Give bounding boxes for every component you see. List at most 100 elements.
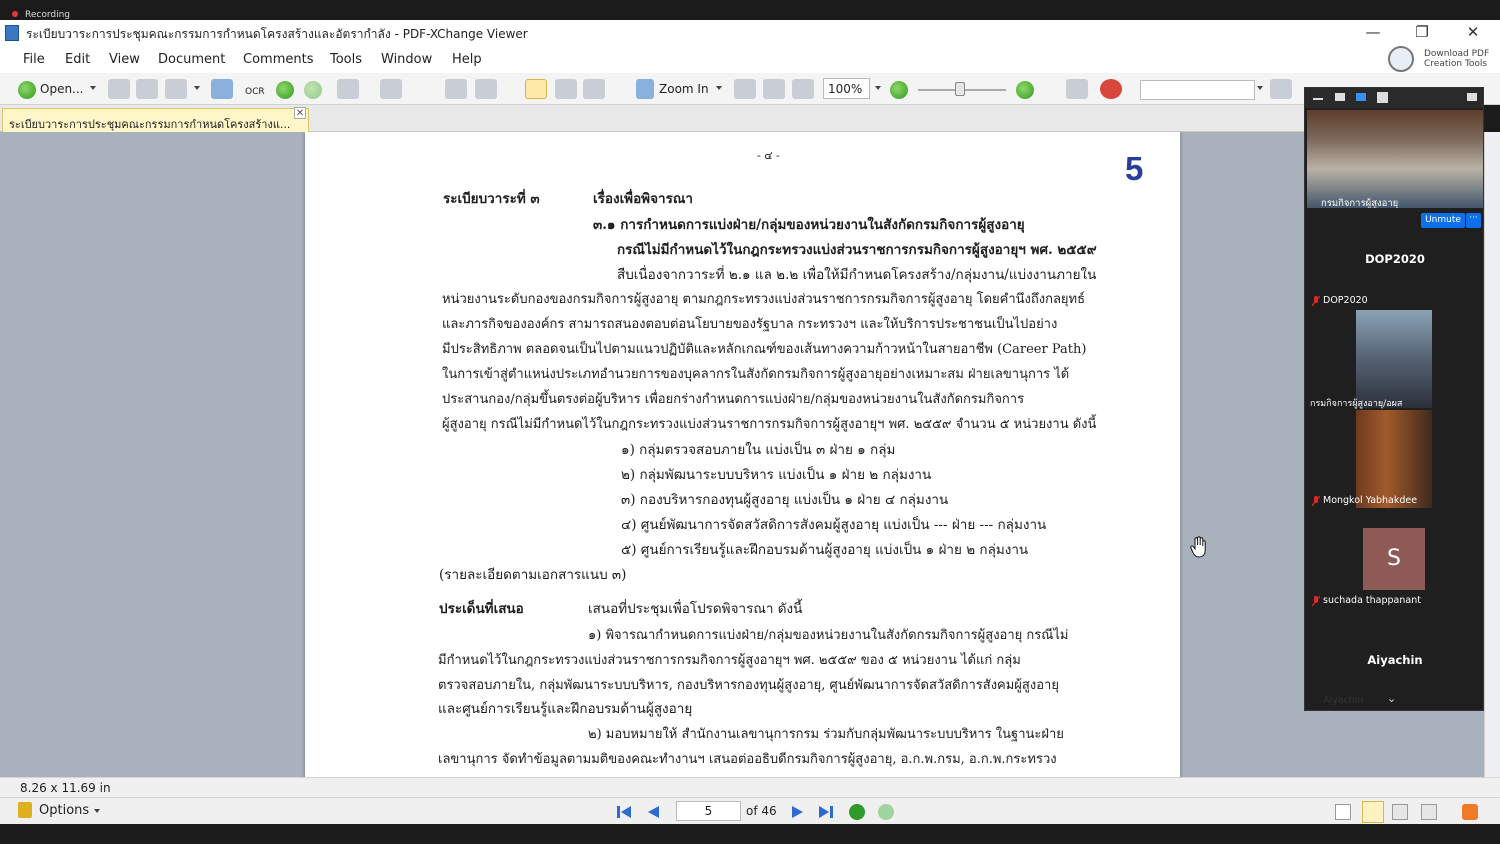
menu-window[interactable]: Window xyxy=(381,52,432,67)
properties-icon[interactable] xyxy=(211,79,233,99)
panel-strip-view-icon[interactable] xyxy=(1356,93,1366,101)
download-icon xyxy=(1388,46,1414,72)
restore-button[interactable]: ❐ xyxy=(1399,20,1445,46)
menu-edit[interactable]: Edit xyxy=(65,52,90,67)
zoom-slider-thumb[interactable] xyxy=(955,82,965,96)
comment-tool-icon[interactable] xyxy=(1100,79,1122,99)
body-line: ในการเข้าสู่ตำแหน่งประเภทอำนวยการของบุคล… xyxy=(442,367,1070,382)
list-item: ๔) ศูนย์พัฒนาการจัดสวัสดิการสังคมผู้สูงอ… xyxy=(621,517,1047,533)
page-count-label: of 46 xyxy=(746,804,777,818)
minimize-button[interactable]: — xyxy=(1350,20,1396,46)
menu-comments[interactable]: Comments xyxy=(243,52,313,67)
body-line: และภารกิจขององค์กร สามารถสนองตอบต่อนโยบา… xyxy=(442,317,1058,332)
bottom-strip xyxy=(0,824,1500,844)
find-input[interactable] xyxy=(1140,80,1255,100)
ocr-button[interactable]: OCR xyxy=(245,87,265,97)
recording-indicator: Recording xyxy=(0,0,1500,20)
panel-exit-fullscreen-icon[interactable] xyxy=(1467,93,1477,101)
extract-icon[interactable] xyxy=(475,79,497,99)
navigation-bar: Options 5 of 46 xyxy=(0,797,1500,824)
first-page-icon[interactable] xyxy=(616,804,632,820)
hand-cursor-icon xyxy=(1190,536,1206,558)
video-tile-participant[interactable] xyxy=(1356,410,1432,508)
print-icon[interactable] xyxy=(136,79,158,99)
proposal-heading: ประเด็นที่เสนอ xyxy=(439,601,524,617)
body-line: มีประสิทธิภาพ ตลอดจนเป็นไปตามแนวปฏิบัติแ… xyxy=(442,342,1087,357)
fit-page-icon[interactable] xyxy=(763,79,785,99)
menu-help[interactable]: Help xyxy=(452,52,482,67)
muted-mic-icon xyxy=(1312,596,1320,606)
forward-icon[interactable] xyxy=(304,81,322,99)
zoom-plus-icon[interactable] xyxy=(1016,81,1034,99)
rotate-icon[interactable] xyxy=(445,79,467,99)
video-tile-participant[interactable] xyxy=(1356,310,1432,408)
previous-view-icon[interactable] xyxy=(849,804,865,820)
open-button[interactable]: Open... xyxy=(40,82,84,96)
options-button[interactable]: Options xyxy=(39,803,89,818)
scroll-down-chevron-icon[interactable]: ⌄ xyxy=(1387,692,1396,705)
body-line: และศูนย์การเรียนรู้และฝึกอบรมด้านผู้สูงอ… xyxy=(438,701,693,717)
previous-page-icon[interactable] xyxy=(645,804,661,820)
actual-size-icon[interactable] xyxy=(734,79,756,99)
video-tile-room[interactable]: กรมกิจการผู้สูงอายุ xyxy=(1307,110,1483,208)
single-page-view-icon[interactable] xyxy=(1335,804,1351,820)
email-dropdown-caret[interactable] xyxy=(194,86,200,90)
participant-name: DOP2020 xyxy=(1323,295,1368,306)
zoom-out-icon[interactable] xyxy=(890,81,908,99)
panel-speaker-view-icon[interactable] xyxy=(1335,93,1345,101)
panel-gallery-view-icon[interactable] xyxy=(1377,92,1388,103)
vertical-scrollbar[interactable] xyxy=(1484,132,1500,777)
save-icon[interactable] xyxy=(108,79,130,99)
unmute-button[interactable]: Unmute xyxy=(1421,213,1465,228)
list-item: ๒) กลุ่มพัฒนาระบบบริหาร แบ่งเป็น ๑ ฝ่าย … xyxy=(621,467,932,483)
close-button[interactable]: ✕ xyxy=(1450,20,1496,46)
options-dropdown-caret[interactable] xyxy=(94,809,100,813)
select-text-icon[interactable] xyxy=(583,79,605,99)
snapshot-icon[interactable] xyxy=(555,79,577,99)
email-icon[interactable] xyxy=(165,79,187,99)
panel-minimize-icon[interactable] xyxy=(1313,98,1323,100)
panel-controls xyxy=(1305,88,1483,108)
menu-document[interactable]: Document xyxy=(158,52,225,67)
close-tab-icon[interactable]: ✕ xyxy=(294,107,306,119)
menu-tools[interactable]: Tools xyxy=(330,52,362,67)
body-line: ๑) พิจารณากำหนดการแบ่งฝ่าย/กลุ่มของหน่วย… xyxy=(588,628,1069,643)
pdf-page: - ๔ - 5 ระเบียบวาระที่ ๓ เรื่องเพื่อพิจา… xyxy=(305,132,1180,777)
next-view-icon[interactable] xyxy=(878,804,894,820)
zoom-level-input[interactable]: 100% xyxy=(823,78,870,99)
zoom-in-dropdown-caret[interactable] xyxy=(716,86,722,90)
back-icon[interactable] xyxy=(276,81,294,99)
undo-icon[interactable] xyxy=(337,79,359,99)
body-line: ตรวจสอบภายใน, กลุ่มพัฒนาระบบบริหาร, กองบ… xyxy=(438,678,1059,693)
page-number-input[interactable]: 5 xyxy=(676,801,741,821)
body-line: เลขานุการ จัดทำข้อมูลตามมติของคณะทำงานฯ … xyxy=(438,752,1057,767)
zoom-level-dropdown-caret[interactable] xyxy=(875,86,881,90)
continuous-view-icon[interactable] xyxy=(1362,801,1384,823)
document-tab[interactable]: ระเบียบวาระการประชุมคณะกรรมการกำหนดโครงส… xyxy=(2,108,309,132)
zoom-in-icon[interactable] xyxy=(636,79,654,99)
search-icon[interactable] xyxy=(1270,79,1292,99)
hand-tool-icon[interactable] xyxy=(525,79,547,99)
facing-view-icon[interactable] xyxy=(1392,804,1408,820)
status-bar: 8.26 x 11.69 in xyxy=(0,777,1500,797)
continuous-facing-icon[interactable] xyxy=(1421,804,1437,820)
options-flag-icon[interactable] xyxy=(18,802,32,818)
open-icon[interactable] xyxy=(18,81,36,99)
last-page-icon[interactable] xyxy=(818,804,834,820)
open-dropdown-caret[interactable] xyxy=(90,86,96,90)
download-creation-tools-button[interactable]: Download PDF Creation Tools xyxy=(1386,44,1496,76)
find-dropdown-caret[interactable] xyxy=(1257,86,1263,90)
menu-file[interactable]: File xyxy=(23,52,45,67)
zoom-in-button[interactable]: Zoom In xyxy=(659,82,709,96)
redo-icon[interactable] xyxy=(380,79,402,99)
fit-width-icon[interactable] xyxy=(792,79,814,99)
link-icon[interactable] xyxy=(1066,79,1088,99)
document-viewer[interactable]: - ๔ - 5 ระเบียบวาระที่ ๓ เรื่องเพื่อพิจา… xyxy=(0,132,1500,777)
next-page-icon[interactable] xyxy=(790,804,806,820)
download-tools-line1: Download PDF xyxy=(1424,49,1490,59)
more-options-button[interactable]: ··· xyxy=(1466,213,1481,228)
page-number-badge: 5 xyxy=(1125,150,1144,187)
participant-name: กรมกิจการผู้สูงอายุ xyxy=(1321,198,1399,208)
menu-view[interactable]: View xyxy=(109,52,140,67)
highlight-tool-icon[interactable] xyxy=(1462,804,1478,820)
